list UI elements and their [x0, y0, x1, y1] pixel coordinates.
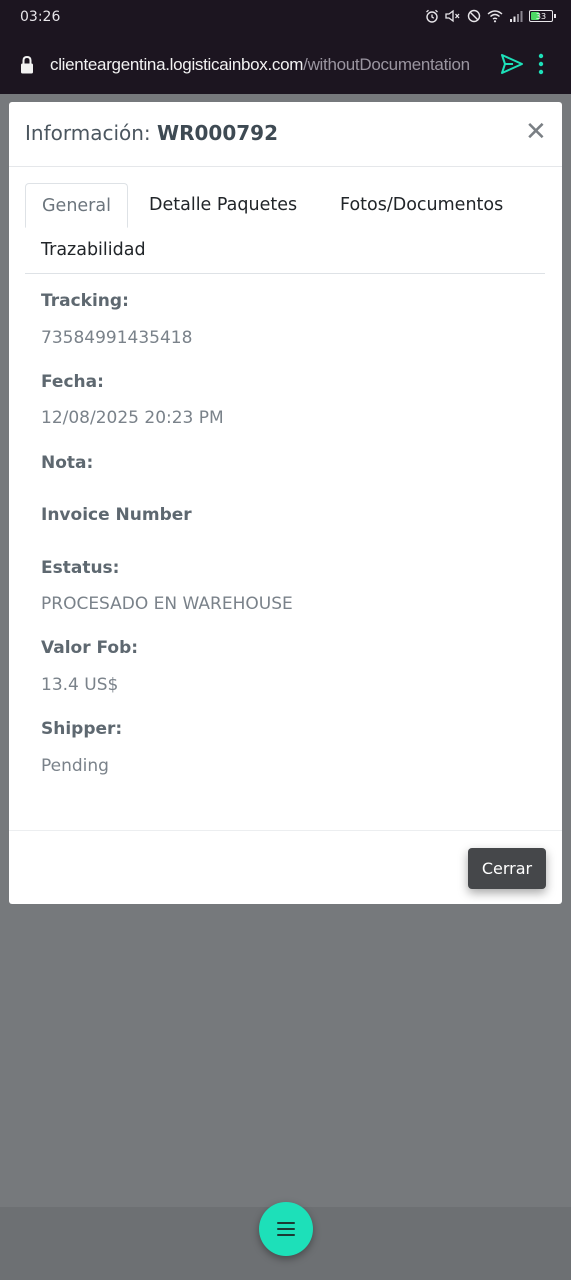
fecha-label: Fecha: [41, 372, 104, 392]
alarm-icon [426, 9, 438, 23]
send-icon[interactable] [500, 52, 524, 76]
status-icons: 33 [425, 9, 556, 23]
fecha-value: 12/08/2025 20:23 PM [41, 408, 224, 428]
modal-tabs: General Detalle Paquetes Fotos/Documento… [25, 182, 545, 274]
modal-title-prefix: Información: [25, 121, 158, 145]
info-modal: Información: WR000792 ✕ General Detalle … [9, 102, 562, 904]
shipper-value: Pending [41, 756, 109, 776]
menu-fab-button[interactable] [259, 1202, 313, 1256]
estatus-value: PROCESADO EN WAREHOUSE [41, 594, 293, 614]
tab-fotos-documentos[interactable]: Fotos/Documentos [324, 183, 519, 227]
close-icon[interactable]: ✕ [525, 119, 547, 145]
status-time: 03:26 [20, 9, 61, 25]
lock-icon [21, 55, 33, 74]
tracking-value: 73584991435418 [41, 328, 193, 348]
tab-general[interactable]: General [25, 183, 128, 228]
tracking-label: Tracking: [41, 291, 129, 311]
tab-detalle-paquetes[interactable]: Detalle Paquetes [133, 183, 313, 227]
vibrate-icon [445, 9, 460, 23]
valor-fob-value: 13.4 US$ [41, 675, 119, 695]
battery-level: 33 [535, 11, 547, 21]
menu-icon [277, 1222, 295, 1236]
url-path: /withoutDocumentation [303, 55, 470, 74]
modal-title: Información: WR000792 [25, 121, 278, 145]
do-not-disturb-icon [467, 9, 481, 23]
modal-title-id: WR000792 [157, 121, 278, 145]
url-text[interactable]: clienteargentina.logisticainbox.com/with… [50, 55, 470, 75]
signal-icon [510, 11, 523, 22]
more-options-icon[interactable] [538, 53, 544, 75]
battery-icon: 33 [529, 10, 556, 22]
status-bar: 03:26 33 [0, 0, 571, 36]
tab-trazabilidad[interactable]: Trazabilidad [25, 228, 162, 272]
modal-header: Información: WR000792 ✕ [9, 102, 562, 167]
modal-footer: Cerrar [9, 830, 562, 904]
nota-label: Nota: [41, 453, 94, 473]
wifi-icon [487, 10, 503, 23]
valor-fob-label: Valor Fob: [41, 638, 139, 658]
browser-url-bar: clienteargentina.logisticainbox.com/with… [0, 36, 571, 94]
cerrar-button[interactable]: Cerrar [468, 848, 546, 889]
shipper-label: Shipper: [41, 719, 123, 739]
estatus-label: Estatus: [41, 558, 120, 578]
url-host: clienteargentina.logisticainbox.com [50, 55, 304, 74]
invoice-number-label: Invoice Number [41, 505, 192, 525]
